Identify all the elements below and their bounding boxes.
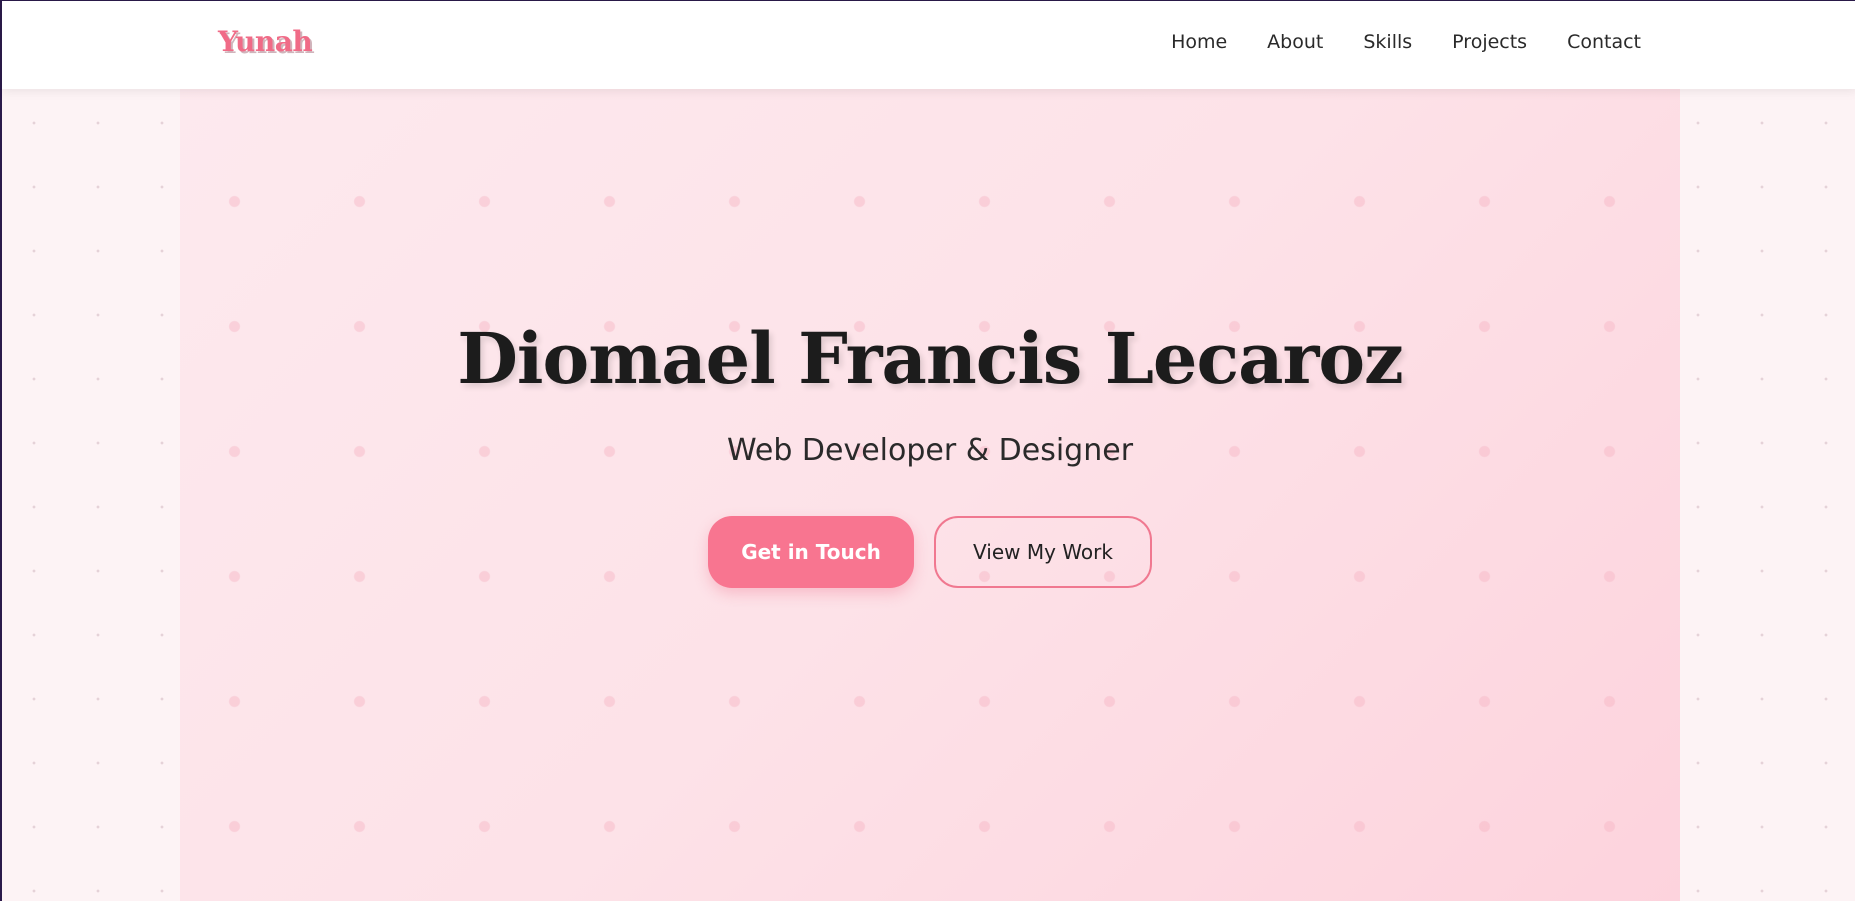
nav-link-skills[interactable]: Skills	[1363, 31, 1412, 53]
nav-links: Home About Skills Projects Contact	[1171, 31, 1641, 53]
hero-content: Diomael Francis Lecaroz Web Developer & …	[180, 324, 1680, 588]
nav-link-contact[interactable]: Contact	[1567, 31, 1641, 53]
hero-subtitle: Web Developer & Designer	[726, 433, 1134, 468]
nav-link-home[interactable]: Home	[1171, 31, 1227, 53]
nav-link-projects[interactable]: Projects	[1452, 31, 1527, 53]
hero-buttons: Get in Touch View My Work	[180, 516, 1680, 588]
hero-section: Diomael Francis Lecaroz Web Developer & …	[180, 89, 1680, 901]
view-my-work-button[interactable]: View My Work	[934, 516, 1152, 588]
navbar: Yunah Home About Skills Projects Contact	[2, 1, 1855, 89]
hero-title: Diomael Francis Lecaroz	[457, 317, 1404, 400]
logo[interactable]: Yunah	[218, 25, 313, 58]
get-in-touch-button[interactable]: Get in Touch	[708, 516, 914, 588]
nav-link-about[interactable]: About	[1267, 31, 1323, 53]
